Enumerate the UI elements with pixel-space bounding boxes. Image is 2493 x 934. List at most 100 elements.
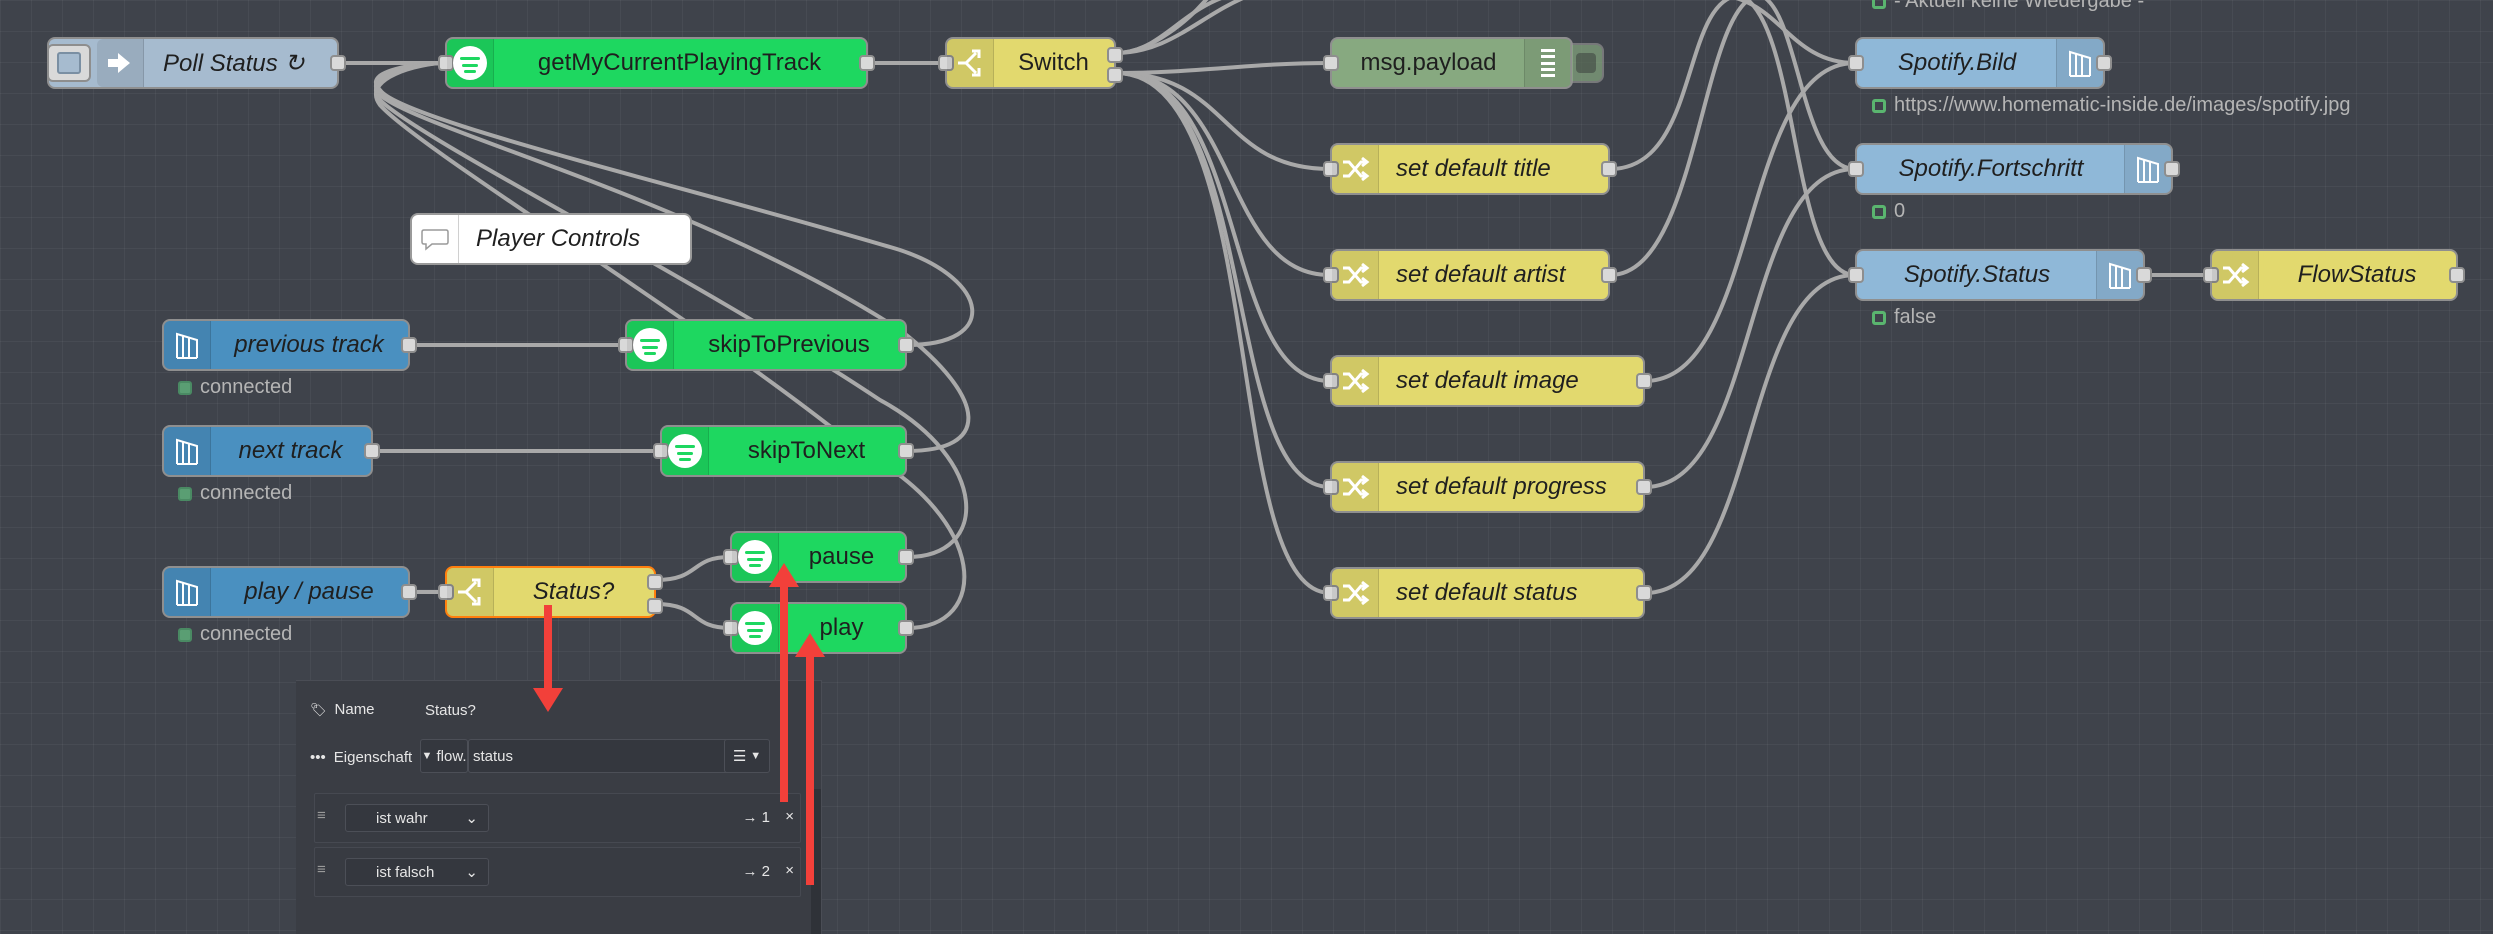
rule-output-1: → 1 xyxy=(742,809,770,826)
rule-operator-select-2[interactable]: ist falsch ⌄ xyxy=(345,858,489,886)
output-port[interactable] xyxy=(647,598,663,614)
flowstatus-node[interactable]: FlowStatus xyxy=(2203,249,2465,301)
output-port[interactable] xyxy=(401,337,417,353)
output-port[interactable] xyxy=(2136,267,2152,283)
node-label: set default title xyxy=(1396,155,1551,182)
skip-next-node[interactable]: skipToNext xyxy=(653,425,914,477)
property-row: ••• Eigenschaft xyxy=(310,749,412,766)
node-label: FlowStatus xyxy=(2297,261,2417,288)
previous-track-node[interactable]: previous track xyxy=(162,319,417,371)
status-dot-icon xyxy=(178,627,192,642)
next-track-node[interactable]: next track xyxy=(162,425,380,477)
node-label: getMyCurrentPlayingTrack xyxy=(537,49,822,76)
shuffle-icon xyxy=(2212,251,2259,299)
shuffle-icon xyxy=(1332,357,1379,405)
output-port[interactable] xyxy=(1601,161,1617,177)
remove-rule-icon[interactable]: × xyxy=(785,862,794,879)
output-port[interactable] xyxy=(1636,585,1652,601)
drag-handle-icon[interactable]: ≡ xyxy=(317,807,326,824)
wire xyxy=(1114,61,1332,75)
wire xyxy=(1643,167,1857,489)
get-current-track-node[interactable]: getMyCurrentPlayingTrack xyxy=(438,37,875,89)
node-label: set default artist xyxy=(1396,261,1566,288)
status-dot-icon xyxy=(178,380,192,395)
chevron-down-icon: ⌄ xyxy=(465,864,478,881)
pause-node[interactable]: pause xyxy=(723,531,914,583)
spotify-fortschritt-node[interactable]: Spotify.Fortschritt xyxy=(1848,143,2180,195)
spotify-icon xyxy=(447,39,494,87)
output-port[interactable] xyxy=(330,55,346,71)
output-port[interactable] xyxy=(1601,267,1617,283)
status-play-pause: connected xyxy=(178,623,292,646)
poll-status-node[interactable]: Poll Status ↻ xyxy=(47,37,346,89)
status-spotify-status: false xyxy=(1872,306,1936,329)
switch-node[interactable]: Switch xyxy=(938,37,1123,89)
debug-toggle-button[interactable] xyxy=(1570,43,1604,83)
status-partial: - Aktuell keine Wiedergabe - xyxy=(1872,0,2144,13)
spotify-icon xyxy=(627,321,674,369)
wire xyxy=(1114,71,1332,277)
chevron-down-icon: ⌄ xyxy=(465,810,478,827)
wire xyxy=(1608,0,1752,277)
shuffle-icon xyxy=(1332,251,1379,299)
wire xyxy=(1114,71,1332,489)
set-default-title-node[interactable]: set default title xyxy=(1323,143,1617,195)
caret-down-icon: ▼ xyxy=(750,750,762,762)
debug-node[interactable]: msg.payload xyxy=(1323,37,1573,89)
output-port[interactable] xyxy=(1107,67,1123,83)
output-port[interactable] xyxy=(2164,161,2180,177)
property-input[interactable]: status xyxy=(468,739,744,773)
drag-handle-icon[interactable]: ≡ xyxy=(317,861,326,878)
speech-bubble-icon xyxy=(412,215,459,263)
node-label: set default status xyxy=(1396,579,1578,606)
node-label: previous track xyxy=(234,331,384,358)
output-port[interactable] xyxy=(898,443,914,459)
set-default-status-node[interactable]: set default status xyxy=(1323,567,1652,619)
comment-node[interactable]: Player Controls xyxy=(410,213,692,265)
switch-edit-panel: 🏷 Name Status? ••• Eigenschaft ▼ flow. s… xyxy=(296,680,822,934)
context-store-button[interactable]: ☰ ▼ xyxy=(724,739,770,773)
output-port[interactable] xyxy=(1636,373,1652,389)
output-port[interactable] xyxy=(898,337,914,353)
node-label: Status? xyxy=(532,578,615,605)
wire xyxy=(1744,0,1857,277)
name-input[interactable]: Status? xyxy=(420,693,790,727)
node-label: Spotify.Fortschritt xyxy=(1898,155,2084,182)
status-ring-icon xyxy=(1872,0,1886,9)
wire xyxy=(1735,0,1857,65)
skip-previous-node[interactable]: skipToPrevious xyxy=(618,319,914,371)
output-port[interactable] xyxy=(364,443,380,459)
spotify-status-node[interactable]: Spotify.Status xyxy=(1848,249,2152,301)
node-label: Player Controls xyxy=(476,225,641,252)
remove-rule-icon[interactable]: × xyxy=(785,808,794,825)
property-label: Eigenschaft xyxy=(333,749,413,766)
output-port[interactable] xyxy=(401,584,417,600)
set-default-image-node[interactable]: set default image xyxy=(1323,355,1652,407)
output-port[interactable] xyxy=(1107,47,1123,63)
play-pause-node[interactable]: play / pause xyxy=(162,566,417,618)
status-ring-icon xyxy=(1872,310,1886,325)
output-port[interactable] xyxy=(647,574,663,590)
wire xyxy=(1114,71,1332,595)
property-type-select[interactable]: ▼ flow. xyxy=(420,739,468,773)
output-port[interactable] xyxy=(898,549,914,565)
dashboard-icon xyxy=(164,321,211,369)
status-ring-icon xyxy=(1872,98,1886,113)
rule-row-1: ≡ ist wahr ⌄ → 1 × xyxy=(314,793,801,843)
output-port[interactable] xyxy=(2449,267,2465,283)
status-next-track: connected xyxy=(178,482,292,505)
inject-button[interactable] xyxy=(47,44,91,82)
node-label: set default progress xyxy=(1396,473,1607,500)
wire xyxy=(1114,71,1332,171)
output-port[interactable] xyxy=(859,55,875,71)
output-port[interactable] xyxy=(2096,55,2112,71)
output-port[interactable] xyxy=(1636,479,1652,495)
rule-operator-select-1[interactable]: ist wahr ⌄ xyxy=(345,804,489,832)
set-default-artist-node[interactable]: set default artist xyxy=(1323,249,1617,301)
wire xyxy=(1764,0,1857,171)
spotify-bild-node[interactable]: Spotify.Bild xyxy=(1848,37,2112,89)
set-default-progress-node[interactable]: set default progress xyxy=(1323,461,1652,513)
caret-down-icon: ▼ xyxy=(421,750,433,762)
status-fortschritt: 0 xyxy=(1872,200,1905,223)
output-port[interactable] xyxy=(898,620,914,636)
